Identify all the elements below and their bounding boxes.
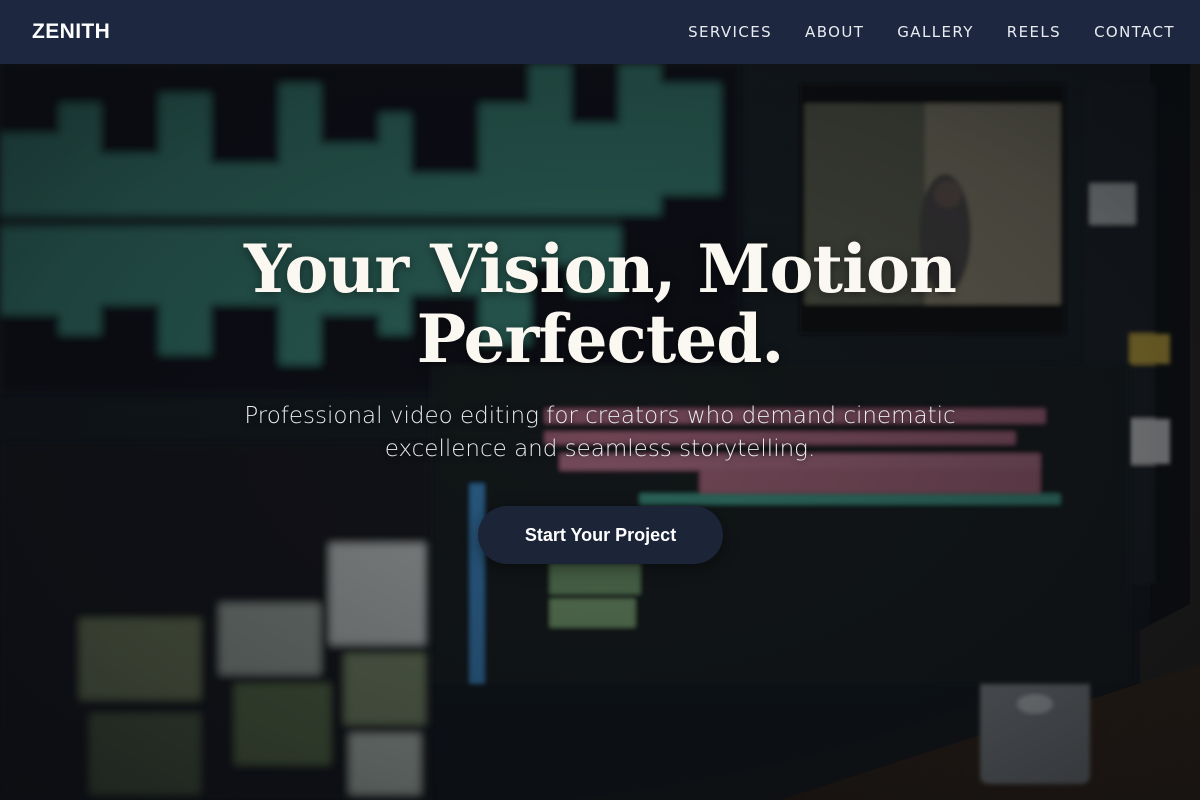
hero-title-line-2: Perfected. [416,300,785,378]
nav-link-services[interactable]: SERVICES [688,23,772,41]
hero-subtitle: Professional video editing for creators … [200,400,1000,466]
nav-link-reels[interactable]: REELS [1007,23,1061,41]
nav-links: SERVICES ABOUT GALLERY REELS CONTACT [688,23,1175,41]
hero-title: Your Vision, Motion Perfected. [100,234,1100,374]
hero-subtitle-line-2: excellence and seamless storytelling. [384,436,816,462]
nav-link-contact[interactable]: CONTACT [1094,23,1175,41]
start-project-button[interactable]: Start Your Project [478,506,723,564]
nav-link-gallery[interactable]: GALLERY [897,23,974,41]
nav-link-about[interactable]: ABOUT [805,23,864,41]
hero-subtitle-line-1: Professional video editing for creators … [244,403,956,429]
top-navbar: ZENITH SERVICES ABOUT GALLERY REELS CONT… [0,0,1200,64]
hero-content: Your Vision, Motion Perfected. Professio… [0,64,1200,800]
brand-logo[interactable]: ZENITH [32,20,110,44]
hero-title-line-1: Your Vision, Motion [243,230,957,308]
